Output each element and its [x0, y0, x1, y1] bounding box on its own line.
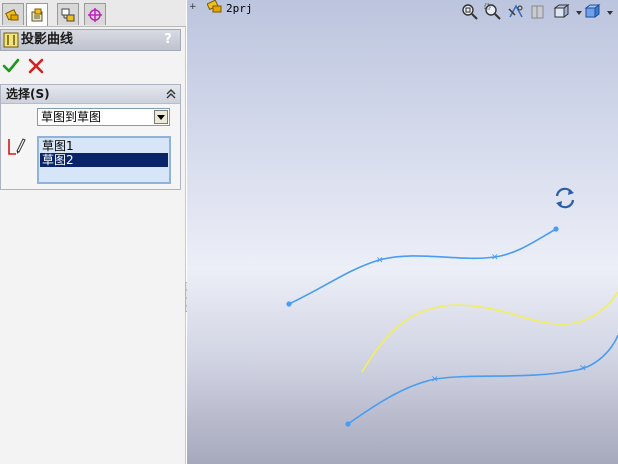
sketch-curve-upper[interactable] [288, 228, 557, 305]
tab-feature-manager[interactable] [2, 3, 24, 25]
curve-endpoint[interactable] [286, 301, 292, 307]
selection-group-header[interactable]: 选择(S) [1, 85, 180, 104]
tab-dimxpert-manager[interactable] [84, 3, 106, 25]
configuration-manager-icon [61, 8, 75, 21]
property-manager-title: 投影曲线 [21, 32, 74, 47]
list-item-sketch2[interactable]: 草图2 [40, 153, 168, 167]
ok-check-icon[interactable] [2, 57, 20, 75]
selection-group-title: 选择(S) [6, 87, 50, 101]
feature-manager-icon [5, 8, 19, 20]
help-button[interactable]: ? [161, 32, 175, 48]
spline-point-marker: ✕ [431, 375, 439, 385]
cancel-x-icon[interactable] [27, 57, 45, 75]
property-manager-header: 投影曲线 ? [0, 29, 181, 51]
projection-type-select[interactable]: 草图到草图 [37, 108, 170, 126]
curve-endpoint[interactable] [553, 226, 559, 232]
projection-type-value: 草图到草图 [41, 110, 102, 124]
property-manager-panel: 投影曲线 ? 选择(S) 草图到草图 草图1 草图2 [0, 0, 186, 464]
list-item-sketch1[interactable]: 草图1 [40, 139, 168, 153]
projected-curve[interactable] [361, 291, 618, 373]
property-manager-icon [31, 8, 43, 22]
spline-point-marker: ✕ [491, 253, 499, 263]
chevron-down-icon[interactable] [154, 110, 168, 124]
selection-group: 选择(S) 草图到草图 草图1 草图2 [0, 84, 181, 190]
spline-point-marker: ✕ [376, 256, 384, 266]
collapse-chevron-icon[interactable] [165, 88, 177, 100]
model-curves: ✕ ✕ ✕ ✕ [286, 226, 618, 427]
sketch-curve-lower[interactable] [347, 334, 618, 425]
spline-point-marker: ✕ [579, 364, 587, 374]
manager-tab-bar [0, 0, 186, 27]
selected-sketches-list[interactable]: 草图1 草图2 [37, 136, 171, 184]
projected-curve-icon [3, 32, 19, 48]
dimxpert-manager-icon [88, 7, 102, 22]
sketch-pencil-icon [8, 138, 26, 155]
graphics-viewport[interactable]: + 2prj ✕ ✕ ✕ ✕ [187, 0, 618, 464]
curve-endpoint[interactable] [345, 421, 351, 427]
tab-configuration-manager[interactable] [57, 3, 79, 25]
tab-property-manager[interactable] [26, 3, 48, 26]
rotate-view-icon [555, 187, 575, 209]
